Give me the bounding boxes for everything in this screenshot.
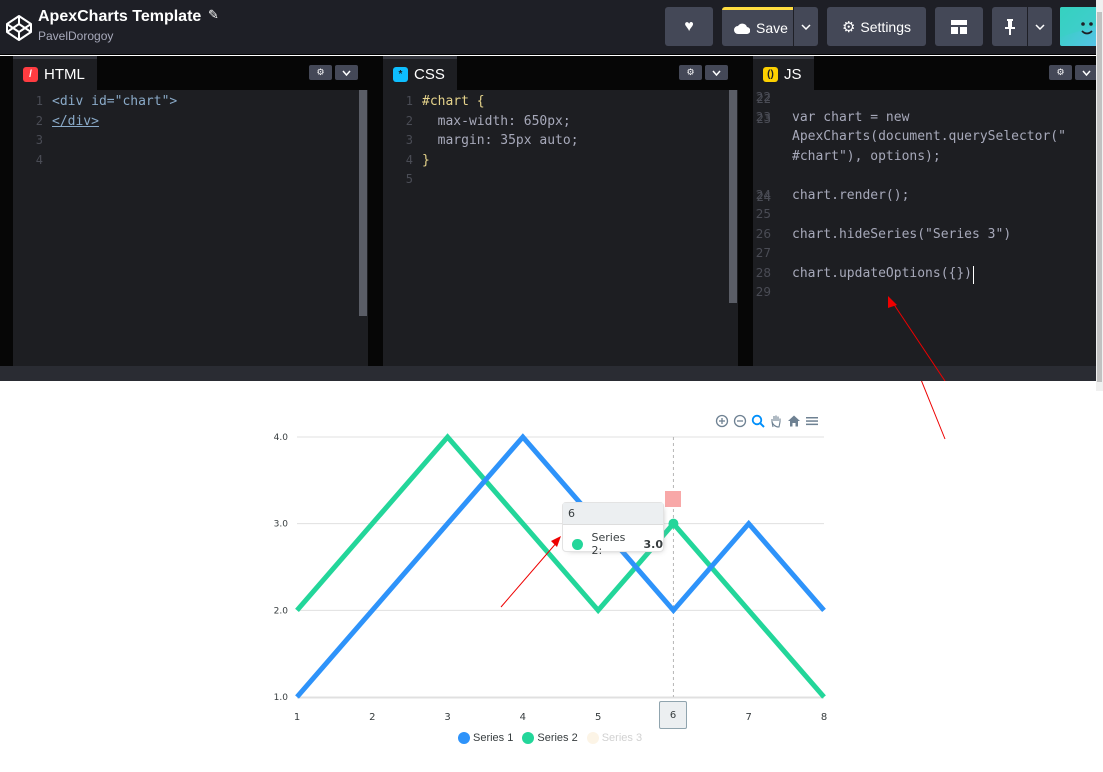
hover-marker (668, 518, 679, 529)
y-tick-label: 4.0 (274, 433, 289, 443)
x-crosshair-label: 6 (659, 701, 687, 729)
annotation-overlay (888, 296, 946, 381)
home-icon[interactable] (786, 413, 802, 429)
x-tick-label: 1 (294, 712, 300, 723)
y-axis-labels: 1.0 2.0 3.0 4.0 (274, 433, 289, 703)
y-tick-label: 2.0 (274, 606, 289, 616)
legend-item-series-2[interactable]: Series 2 (522, 732, 578, 744)
x-tick-label: 3 (444, 712, 450, 723)
annotation-arrow (892, 302, 946, 381)
annotation-arrow (500, 540, 559, 608)
legend-label: Series 3 (601, 732, 643, 744)
series-lines (295, 433, 826, 699)
x-axis-labels: 1 2 3 4 5 7 8 (294, 712, 827, 723)
zoom-out-icon[interactable] (732, 413, 748, 429)
legend-item-series-1[interactable]: Series 1 (458, 732, 513, 744)
legend-marker (522, 732, 535, 744)
annotation-arrow (921, 381, 946, 440)
tooltip-series-name: Series 2: (591, 531, 626, 557)
x-tick-label: 7 (746, 712, 752, 723)
x-tick-label: 5 (595, 712, 601, 723)
tooltip-series-marker (572, 538, 583, 550)
legend-label: Series 2 (537, 732, 578, 744)
highlight-marker (665, 491, 681, 507)
tooltip-title: 6 (563, 503, 663, 525)
y-tick-label: 1.0 (274, 693, 289, 703)
line-chart: 1.0 2.0 3.0 4.0 1 2 3 4 5 7 8 (274, 381, 946, 723)
tooltip-value: 3.0 (643, 537, 664, 551)
zoom-in-icon[interactable] (714, 413, 730, 429)
x-tick-label: 4 (520, 712, 526, 723)
legend-marker (586, 732, 599, 744)
x-tick-label: 8 (821, 712, 827, 723)
legend-marker (458, 732, 470, 744)
series-line-2[interactable] (295, 433, 826, 699)
tooltip-body: Series 2: 3.0 (563, 525, 663, 557)
magnifier-icon[interactable] (750, 413, 766, 429)
annotation-arrowhead (551, 536, 561, 547)
x-tick-label: 2 (369, 712, 375, 723)
chart-tooltip: 6 Series 2: 3.0 (562, 502, 664, 557)
y-tick-label: 3.0 (274, 520, 289, 530)
chart-toolbar (714, 413, 820, 429)
chart-legend: Series 1 Series 2 Series 3 (458, 732, 642, 744)
legend-label: Series 1 (473, 732, 514, 744)
menu-icon[interactable] (804, 413, 820, 429)
legend-item-series-3[interactable]: Series 3 (586, 732, 643, 744)
pan-hand-icon[interactable] (768, 413, 784, 429)
